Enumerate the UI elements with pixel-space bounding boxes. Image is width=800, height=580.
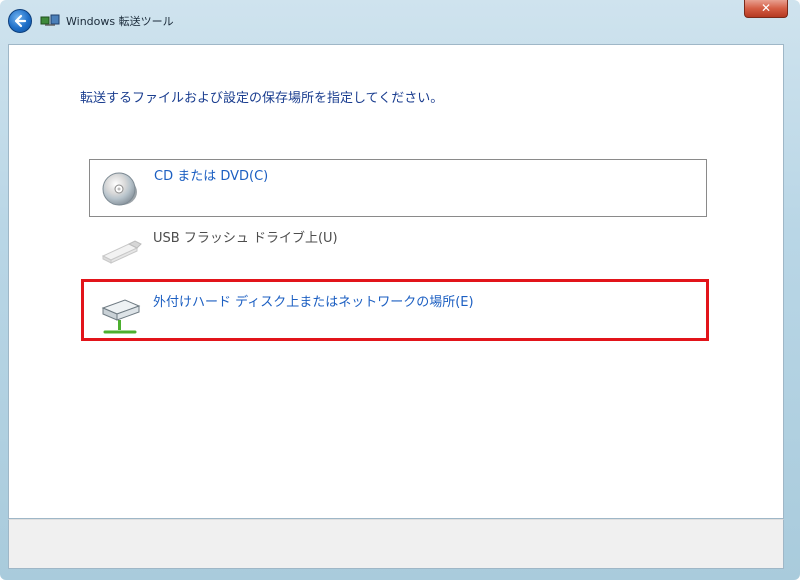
option-usb-label: USB フラッシュ ドライブ上(U) bbox=[153, 231, 338, 246]
transfer-app-icon bbox=[40, 12, 60, 28]
option-usb-flash[interactable]: USB フラッシュ ドライブ上(U) bbox=[89, 222, 707, 280]
footer-area bbox=[8, 519, 784, 569]
option-cd-dvd-label: CD または DVD(C) bbox=[154, 169, 269, 184]
back-button[interactable] bbox=[8, 9, 32, 33]
window-title: Windows 転送ツール bbox=[66, 15, 174, 28]
title-bar: Windows 転送ツール ✕ bbox=[0, 0, 800, 42]
option-cd-dvd[interactable]: CD または DVD(C) bbox=[89, 159, 707, 217]
cd-dvd-icon bbox=[100, 168, 140, 212]
instruction-text: 転送するファイルおよび設定の保存場所を指定してください。 bbox=[80, 91, 444, 106]
back-arrow-icon bbox=[14, 14, 27, 28]
selection-highlight bbox=[81, 279, 709, 341]
usb-drive-icon bbox=[99, 230, 143, 270]
close-button[interactable]: ✕ bbox=[744, 0, 788, 18]
